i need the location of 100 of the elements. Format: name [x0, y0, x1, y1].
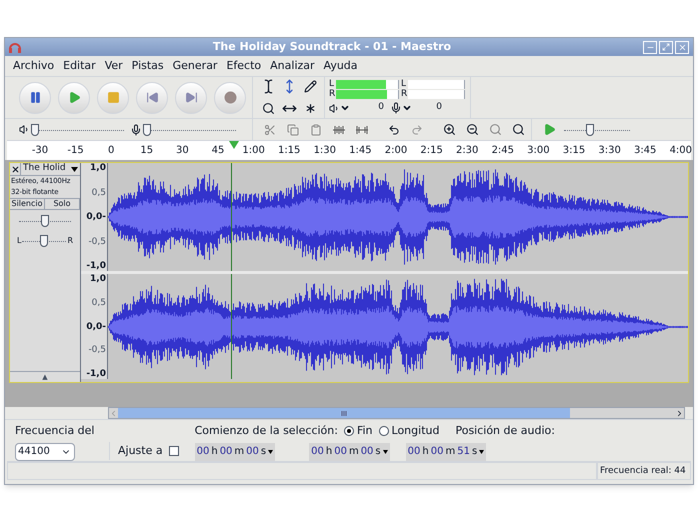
ruler-label: 1:45 — [349, 144, 372, 158]
speaker-icon — [19, 124, 30, 135]
window-title: The Holiday Soundtrack - 01 - Maestro — [212, 38, 452, 55]
scissors-icon — [264, 124, 276, 136]
snap-label: Ajuste a — [118, 442, 163, 459]
time-field[interactable]: 00 h 00 m 00 s — [309, 442, 390, 460]
scrollbar-thumb[interactable] — [118, 408, 570, 418]
caret-icon — [71, 166, 78, 172]
ruler-label: 2:15 — [420, 144, 443, 158]
magnifier-icon — [262, 102, 274, 115]
menu-item[interactable]: Pistas — [132, 58, 164, 74]
caret-icon — [382, 450, 388, 454]
ruler-label: 3:30 — [598, 144, 621, 158]
playback-meter — [336, 80, 399, 88]
pan-label: R — [67, 235, 74, 247]
scale-label: 1,0 — [90, 163, 106, 173]
time-field[interactable]: 00 h 00 m 00 s — [194, 442, 276, 460]
meter-reading: 0 — [377, 101, 384, 114]
minimize-button[interactable] — [643, 40, 657, 54]
ruler-label: -30 — [32, 144, 48, 158]
ruler-label: 2:45 — [492, 144, 514, 158]
close-icon — [678, 42, 686, 52]
channel-label: R — [329, 90, 336, 98]
ruler-label: 4:00 — [670, 144, 692, 158]
pan-slider[interactable] — [22, 234, 66, 248]
ruler-label: 1:15 — [278, 144, 300, 158]
close-icon — [10, 164, 20, 174]
record-button[interactable] — [214, 82, 246, 114]
scale-label: 0,5 — [92, 188, 106, 198]
playhead-icon — [229, 141, 239, 149]
pencil-icon — [304, 80, 316, 93]
rate-combobox[interactable]: 44100 — [15, 442, 75, 460]
scale-label: 0,0- — [86, 212, 106, 222]
time-field[interactable]: 00 h 00 m 51 s — [406, 442, 486, 460]
stop-icon — [106, 91, 120, 104]
scale-label: 0,5 — [92, 298, 106, 308]
menu-item[interactable]: Analizar — [270, 58, 315, 74]
scale-label: -0,5 — [88, 236, 106, 246]
maximize-button[interactable] — [659, 40, 673, 54]
skip-end-button[interactable] — [175, 82, 207, 114]
radio-button[interactable] — [378, 426, 389, 436]
zoom-in-icon — [442, 123, 456, 136]
scroll-right-icon — [675, 408, 684, 418]
gain-slider[interactable] — [19, 214, 71, 228]
radio-option[interactable]: Fin — [344, 423, 373, 440]
microphone-icon — [390, 102, 402, 114]
grip-icon — [341, 410, 347, 416]
menu-item[interactable]: Generar — [172, 58, 218, 74]
silence-icon — [355, 124, 369, 134]
caret-icon — [340, 103, 350, 113]
skip-forward-icon — [184, 91, 198, 104]
close-track-button[interactable] — [10, 163, 21, 175]
track-toggle-button[interactable]: Silencio — [10, 199, 45, 209]
ruler-label: 1:30 — [314, 144, 336, 158]
menu-item[interactable]: Ver — [104, 58, 123, 74]
clipboard-icon — [310, 124, 322, 136]
ruler-label: 2:00 — [384, 144, 408, 158]
ruler-label: 0 — [108, 144, 114, 158]
channel-label: R — [401, 90, 408, 98]
caret-icon — [479, 450, 484, 454]
maximize-icon — [662, 43, 670, 51]
radio-button[interactable] — [344, 426, 354, 436]
play-icon — [68, 91, 80, 104]
trim-icon — [332, 124, 346, 134]
ruler-label: 30 — [176, 144, 189, 158]
status-rate: Frecuencia real: 44 — [597, 462, 691, 480]
playback-meter-menu-button[interactable] — [329, 102, 350, 114]
skip-start-button[interactable] — [136, 82, 168, 114]
play-button[interactable] — [58, 82, 90, 114]
pan-label: L — [16, 235, 22, 247]
input-volume-slider[interactable] — [144, 122, 236, 136]
ruler-label: 45 — [212, 144, 224, 158]
menu-item[interactable]: Editar — [63, 58, 96, 74]
playback-meter — [336, 90, 399, 98]
snap-checkbox[interactable] — [168, 446, 179, 456]
caret-icon — [268, 450, 274, 454]
horizontal-scrollbar[interactable] — [108, 407, 685, 419]
radio-option[interactable]: Longitud — [378, 423, 440, 440]
ruler-label: 1:00 — [242, 144, 265, 158]
track-name-button[interactable]: The Holid — [21, 163, 80, 175]
output-volume-slider[interactable] — [32, 122, 124, 136]
scroll-left-icon — [109, 408, 118, 418]
speaker-icon — [329, 102, 340, 114]
menu-item[interactable]: Archivo — [13, 58, 54, 74]
ruler-label: 15 — [140, 144, 154, 158]
recording-meter-menu-button[interactable] — [390, 102, 412, 114]
menu-item[interactable]: Efecto — [226, 58, 262, 74]
play-speed-slider[interactable] — [564, 122, 630, 136]
audio-position-label: Posición de audio: — [455, 423, 555, 439]
pause-icon — [28, 91, 42, 104]
pause-button[interactable] — [19, 82, 51, 114]
close-button[interactable] — [675, 40, 689, 54]
ruler-label: 3:15 — [562, 144, 586, 158]
ruler-label: -15 — [67, 144, 84, 158]
record-icon — [224, 91, 236, 104]
magnifier-icon — [512, 123, 524, 136]
menu-item[interactable]: Ayuda — [324, 58, 358, 74]
zoom-out-icon — [466, 123, 478, 136]
scale-label: -0,5 — [88, 345, 106, 356]
channel-label: L — [329, 80, 336, 88]
